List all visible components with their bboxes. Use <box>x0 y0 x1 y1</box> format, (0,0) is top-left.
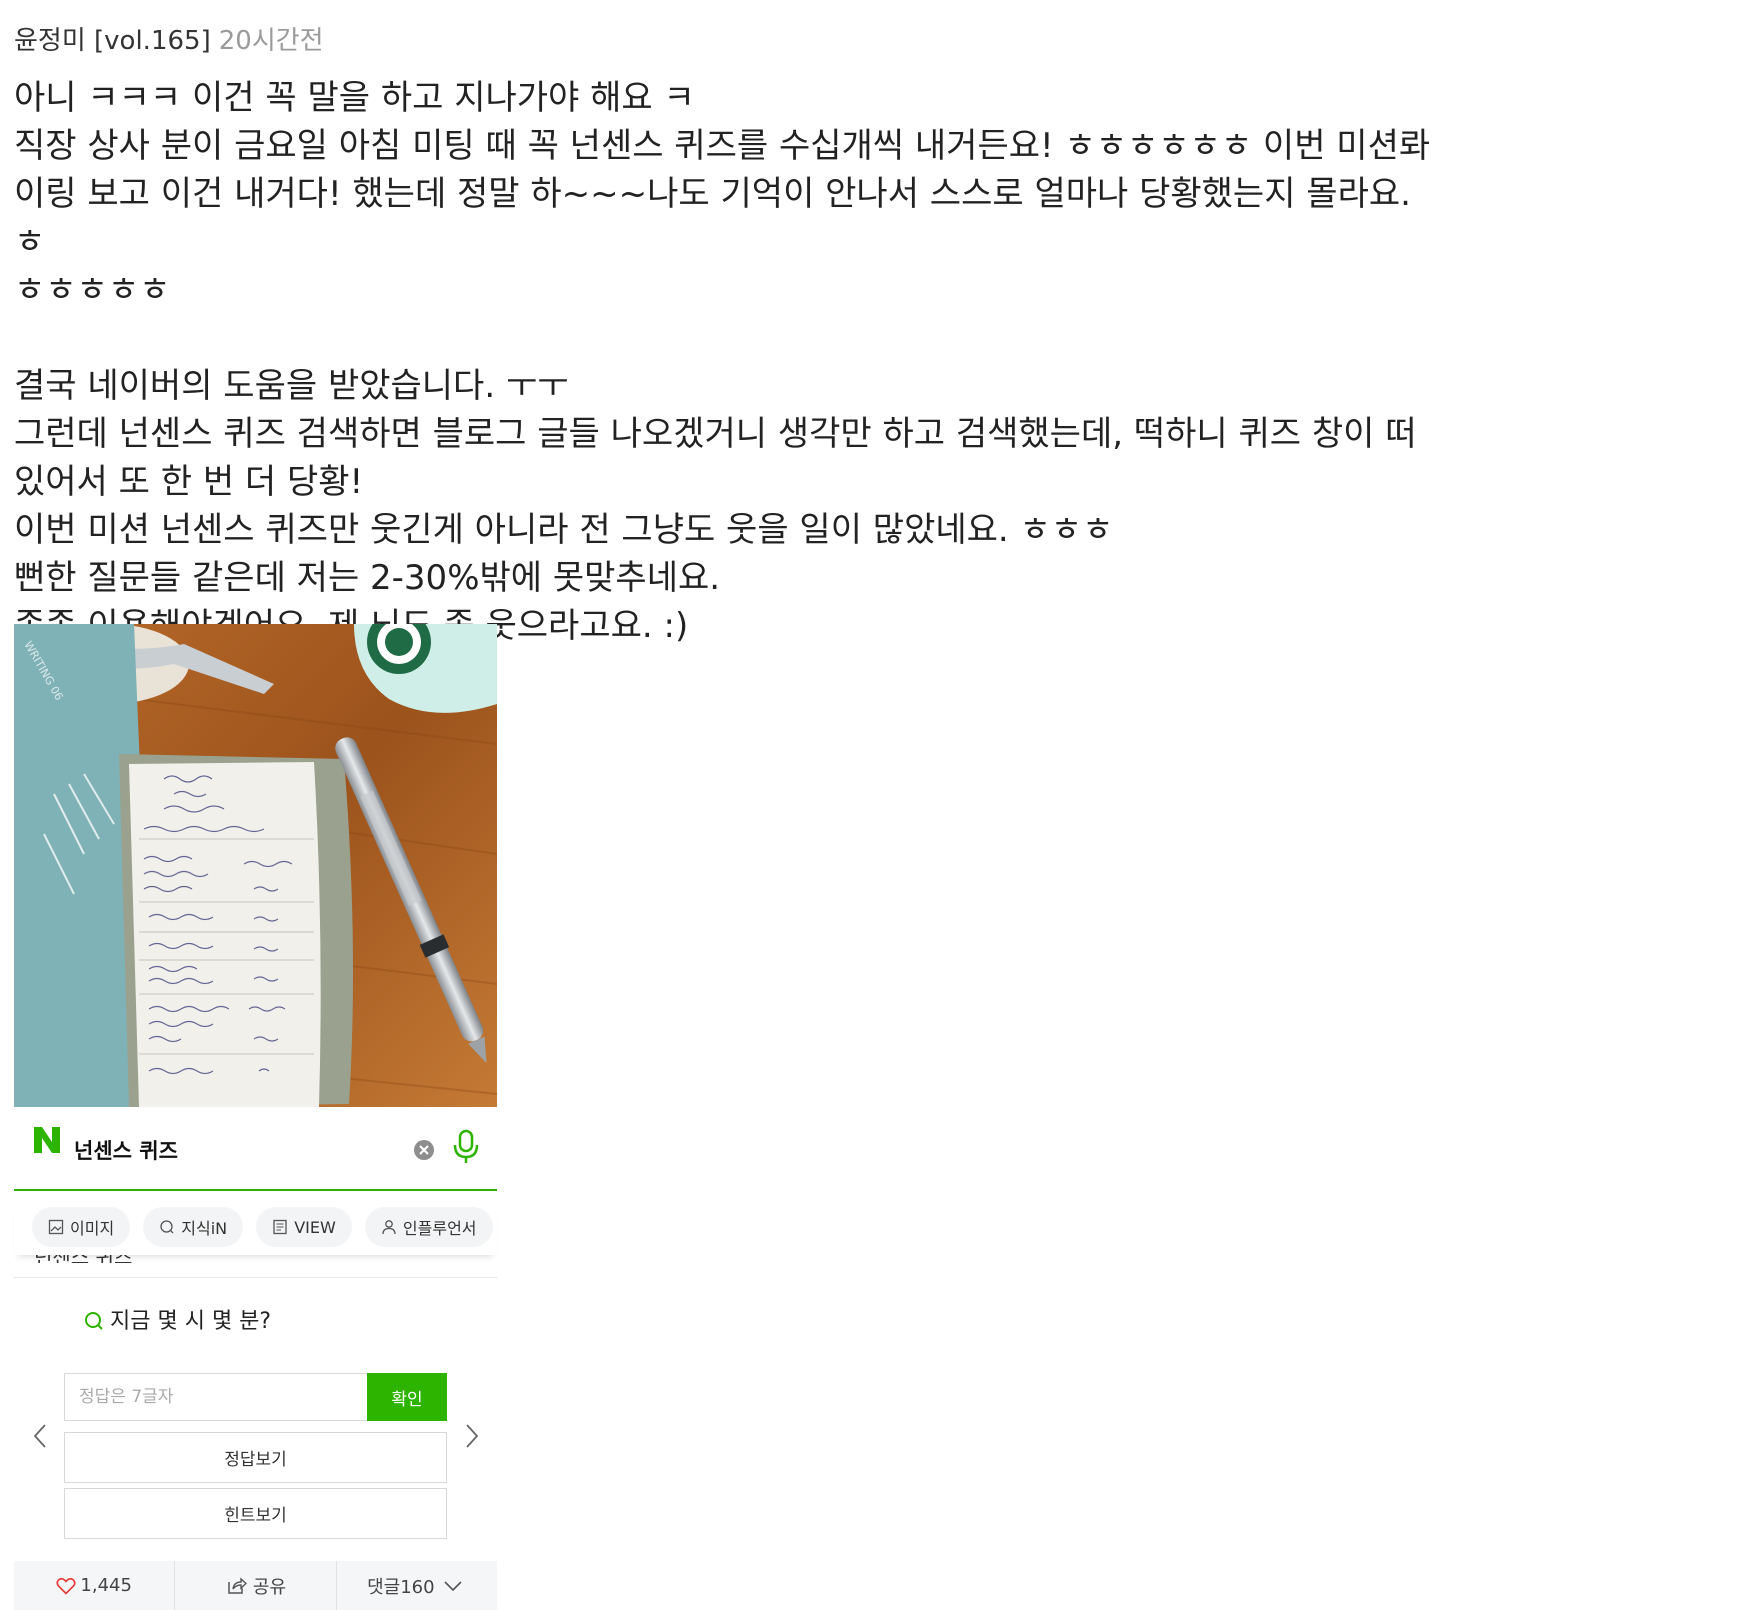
mic-icon[interactable] <box>452 1129 480 1165</box>
chip-label: 지식iN <box>181 1219 228 1238</box>
post-time: 20시간전 <box>218 26 324 56</box>
share-label: 공유 <box>252 1576 287 1598</box>
post-line: 뻔한 질문들 같은데 저는 2-30%밖에 못맞추네요. <box>14 558 721 598</box>
post-line: 아니 ㅋㅋㅋ 이건 꼭 말을 하고 지나가야 해요 ㅋ <box>14 78 695 118</box>
post-line: 이번 미션 넌센스 퀴즈만 웃긴게 아니라 전 그냥도 웃을 일이 많았네요. … <box>14 510 1114 550</box>
quiz-question: 지금 몇 시 몇 분? <box>84 1303 271 1335</box>
post-line: 그런데 넌센스 퀴즈 검색하면 블로그 글들 나오겠거니 생각만 하고 검색했는… <box>14 414 1417 454</box>
document-icon <box>273 1219 287 1235</box>
image-icon <box>48 1219 64 1235</box>
post-header: 윤정미 [vol.165] 20시간전 <box>14 20 324 57</box>
post-image-card: WRITING 06 넌센스 퀴즈 이미지 지식iN VIEW 인플루언서 지금… <box>14 624 497 1552</box>
chevron-left-icon[interactable] <box>32 1423 48 1449</box>
cut-off-heading: 넌센스 퀴즈 <box>34 1255 154 1263</box>
share-icon <box>228 1576 247 1594</box>
person-icon <box>382 1220 396 1235</box>
quiz-question-text: 지금 몇 시 몇 분? <box>110 1309 272 1334</box>
comments-button[interactable]: 댓글160 <box>335 1561 497 1610</box>
post-action-bar: 1,445 공유 댓글160 <box>14 1561 497 1610</box>
question-icon <box>160 1220 174 1234</box>
show-answer-button[interactable]: 정답보기 <box>64 1432 447 1483</box>
post-line: ㅎㅎㅎㅎㅎ <box>14 270 171 310</box>
answer-input[interactable] <box>64 1373 367 1421</box>
chip-influencer[interactable]: 인플루언서 <box>364 1207 493 1247</box>
chevron-down-icon <box>443 1580 462 1591</box>
like-button[interactable]: 1,445 <box>14 1561 174 1610</box>
chip-label: 인플루언서 <box>402 1219 477 1238</box>
chip-view[interactable]: VIEW <box>256 1207 352 1247</box>
question-icon <box>85 1312 103 1330</box>
chevron-right-icon[interactable] <box>464 1423 480 1449</box>
chip-image[interactable]: 이미지 <box>32 1207 131 1247</box>
confirm-button[interactable]: 확인 <box>367 1373 447 1421</box>
heart-icon <box>56 1577 76 1595</box>
author-name[interactable]: 윤정미 [vol.165] <box>14 26 211 56</box>
divider <box>14 1277 497 1278</box>
post-line: 직장 상사 분이 금요일 아침 미팅 때 꼭 넌센스 퀴즈를 수십개씩 내거든요… <box>14 126 1431 166</box>
chip-label: VIEW <box>294 1217 336 1237</box>
search-category-chips: 이미지 지식iN VIEW 인플루언서 <box>14 1199 497 1255</box>
post-line: 있어서 또 한 번 더 당황! <box>14 462 364 502</box>
hint-button[interactable]: 힌트보기 <box>64 1488 447 1539</box>
post-line: 결국 네이버의 도움을 받았습니다. ㅜㅜ <box>14 366 569 406</box>
naver-search-panel: 넌센스 퀴즈 넌센스 퀴즈 이미지 지식iN <box>14 1107 497 1552</box>
clear-icon[interactable] <box>413 1139 435 1161</box>
chip-kin[interactable]: 지식iN <box>143 1207 244 1247</box>
post-body: 아니 ㅋㅋㅋ 이건 꼭 말을 하고 지나가야 해요 ㅋ 직장 상사 분이 금요일… <box>14 74 1434 650</box>
naver-logo[interactable] <box>32 1125 62 1155</box>
comments-label: 댓글160 <box>367 1576 435 1598</box>
chip-label: 이미지 <box>70 1219 115 1238</box>
notebook-photo[interactable]: WRITING 06 <box>14 624 497 1107</box>
search-query-text[interactable]: 넌센스 퀴즈 <box>74 1135 178 1165</box>
share-button[interactable]: 공유 <box>174 1561 335 1610</box>
like-count: 1,445 <box>80 1575 132 1596</box>
post-line: 이링 보고 이건 내거다! 했는데 정말 하~~~나도 기억이 안나서 스스로 … <box>14 174 1422 262</box>
search-bar[interactable]: 넌센스 퀴즈 <box>14 1111 497 1191</box>
post-line-blank <box>14 314 1434 362</box>
